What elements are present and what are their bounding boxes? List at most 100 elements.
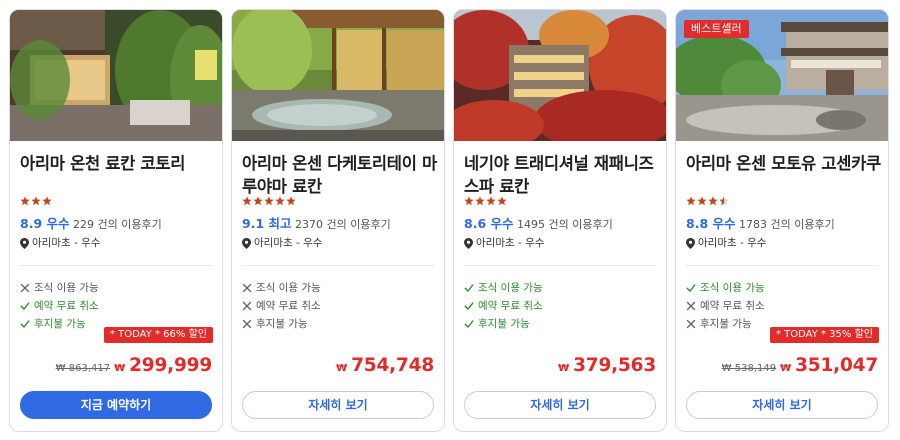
star-rating — [464, 196, 507, 206]
feature-pay-later: 후지불 가능 — [20, 317, 86, 331]
feature-pay-later: 후지불 가능 — [242, 317, 308, 331]
cross-icon — [242, 283, 252, 293]
star-icon — [486, 196, 496, 206]
feature-label: 예약 무료 취소 — [34, 300, 99, 312]
map-pin-icon — [242, 237, 251, 249]
discount-badge: * TODAY * 35% 할인 — [769, 327, 879, 343]
divider — [242, 265, 434, 266]
cross-icon — [242, 319, 252, 329]
feature-breakfast: 조식 이용 가능 — [686, 281, 765, 295]
hotel-card[interactable]: 베스트셀러 아리마 온센 모토유 고센카쿠 8.8 우수 1783 건의 이용후… — [675, 9, 889, 432]
hotel-card[interactable]: 아리마 온센 다케토리테이 마루야마 료칸 9.1 최고 2370 건의 이용후… — [231, 9, 445, 432]
checkmark-icon — [464, 320, 474, 329]
star-icon — [464, 196, 474, 206]
map-pin-icon — [464, 237, 473, 249]
checkmark-icon — [20, 302, 30, 311]
hotel-card-list: 아리마 온천 료칸 코토리 8.9 우수 229 건의 이용후기 아리마초 - … — [9, 9, 891, 432]
location-text: 아리마초 - 우수 — [254, 237, 323, 249]
currency-symbol: ₩ — [114, 363, 126, 374]
review-count: 1495 건의 이용후기 — [517, 218, 613, 231]
star-icon — [719, 196, 729, 206]
hotel-name[interactable]: 아리마 온센 다케토리테이 마루야마 료칸 — [242, 152, 438, 198]
star-icon — [286, 196, 296, 206]
star-rating — [686, 196, 729, 206]
cross-icon — [20, 283, 30, 293]
star-icon — [475, 196, 485, 206]
feature-pay-later: 후지불 가능 — [686, 317, 752, 331]
checkmark-icon — [464, 284, 474, 293]
view-details-button[interactable]: 자세히 보기 — [686, 391, 878, 419]
original-price: ₩ 538,149 — [721, 363, 777, 374]
review-score: 8.8 우수 — [686, 216, 736, 231]
star-icon — [242, 196, 252, 206]
star-icon — [686, 196, 696, 206]
book-now-button[interactable]: 지금 예약하기 — [20, 391, 212, 419]
feature-label: 후지불 가능 — [478, 318, 530, 330]
view-details-button[interactable]: 자세히 보기 — [242, 391, 434, 419]
currency-symbol: ₩ — [780, 363, 792, 374]
divider — [20, 265, 212, 266]
review-count: 229 건의 이용후기 — [73, 218, 162, 231]
star-icon — [697, 196, 707, 206]
hotel-name[interactable]: 아리마 온센 모토유 고센카쿠 — [686, 152, 882, 175]
hotel-location: 아리마초 - 우수 — [242, 236, 322, 250]
star-rating — [20, 196, 52, 206]
hotel-name[interactable]: 네기야 트래디셔널 재패니즈 스파 료칸 — [464, 152, 660, 198]
feature-free-cancellation: 예약 무료 취소 — [242, 299, 321, 313]
star-icon — [264, 196, 274, 206]
review-rating: 8.6 우수 1495 건의 이용후기 — [464, 217, 613, 232]
feature-label: 조식 이용 가능 — [700, 282, 765, 294]
checkmark-icon — [464, 302, 474, 311]
location-text: 아리마초 - 우수 — [32, 237, 101, 249]
feature-label: 조식 이용 가능 — [478, 282, 543, 294]
feature-label: 조식 이용 가능 — [256, 282, 321, 294]
review-count: 1783 건의 이용후기 — [739, 218, 835, 231]
feature-label: 후지불 가능 — [256, 318, 308, 330]
feature-breakfast: 조식 이용 가능 — [464, 281, 543, 295]
discount-badge: * TODAY * 66% 할인 — [103, 327, 213, 343]
current-price: 379,563 — [573, 355, 656, 376]
current-price: 351,047 — [795, 355, 878, 376]
feature-free-cancellation: 예약 무료 취소 — [20, 299, 99, 313]
price-block: ₩ 379,563 — [558, 355, 656, 376]
hotel-photo[interactable] — [454, 10, 666, 141]
feature-label: 후지불 가능 — [700, 318, 752, 330]
hotel-location: 아리마초 - 우수 — [20, 236, 100, 250]
map-pin-icon — [686, 237, 695, 249]
hotel-location: 아리마초 - 우수 — [686, 236, 766, 250]
feature-free-cancellation: 예약 무료 취소 — [686, 299, 765, 313]
checkmark-icon — [686, 284, 696, 293]
view-details-button[interactable]: 자세히 보기 — [464, 391, 656, 419]
cross-icon — [686, 301, 696, 311]
current-price: 299,999 — [129, 355, 212, 376]
review-score: 9.1 최고 — [242, 216, 292, 231]
divider — [464, 265, 656, 266]
hotel-name[interactable]: 아리마 온천 료칸 코토리 — [20, 152, 216, 175]
review-count: 2370 건의 이용후기 — [295, 218, 391, 231]
location-text: 아리마초 - 우수 — [698, 237, 767, 249]
review-score: 8.6 우수 — [464, 216, 514, 231]
feature-breakfast: 조식 이용 가능 — [242, 281, 321, 295]
review-rating: 9.1 최고 2370 건의 이용후기 — [242, 217, 391, 232]
feature-breakfast: 조식 이용 가능 — [20, 281, 99, 295]
star-icon — [253, 196, 263, 206]
cross-icon — [242, 301, 252, 311]
star-icon — [708, 196, 718, 206]
hotel-card[interactable]: 아리마 온천 료칸 코토리 8.9 우수 229 건의 이용후기 아리마초 - … — [9, 9, 223, 432]
price-block: ₩ 863,417 ₩ 299,999 — [56, 355, 213, 376]
review-score: 8.9 우수 — [20, 216, 70, 231]
hotel-photo[interactable] — [232, 10, 444, 141]
bestseller-badge: 베스트셀러 — [684, 20, 749, 38]
feature-label: 후지불 가능 — [34, 318, 86, 330]
review-rating: 8.9 우수 229 건의 이용후기 — [20, 217, 162, 232]
hotel-card[interactable]: 네기야 트래디셔널 재패니즈 스파 료칸 8.6 우수 1495 건의 이용후기… — [453, 9, 667, 432]
star-icon — [31, 196, 41, 206]
star-rating — [242, 196, 296, 206]
review-rating: 8.8 우수 1783 건의 이용후기 — [686, 217, 835, 232]
feature-label: 예약 무료 취소 — [700, 300, 765, 312]
hotel-photo[interactable] — [10, 10, 222, 141]
hotel-photo[interactable]: 베스트셀러 — [676, 10, 888, 141]
feature-free-cancellation: 예약 무료 취소 — [464, 299, 543, 313]
star-icon — [42, 196, 52, 206]
current-price: 754,748 — [351, 355, 434, 376]
